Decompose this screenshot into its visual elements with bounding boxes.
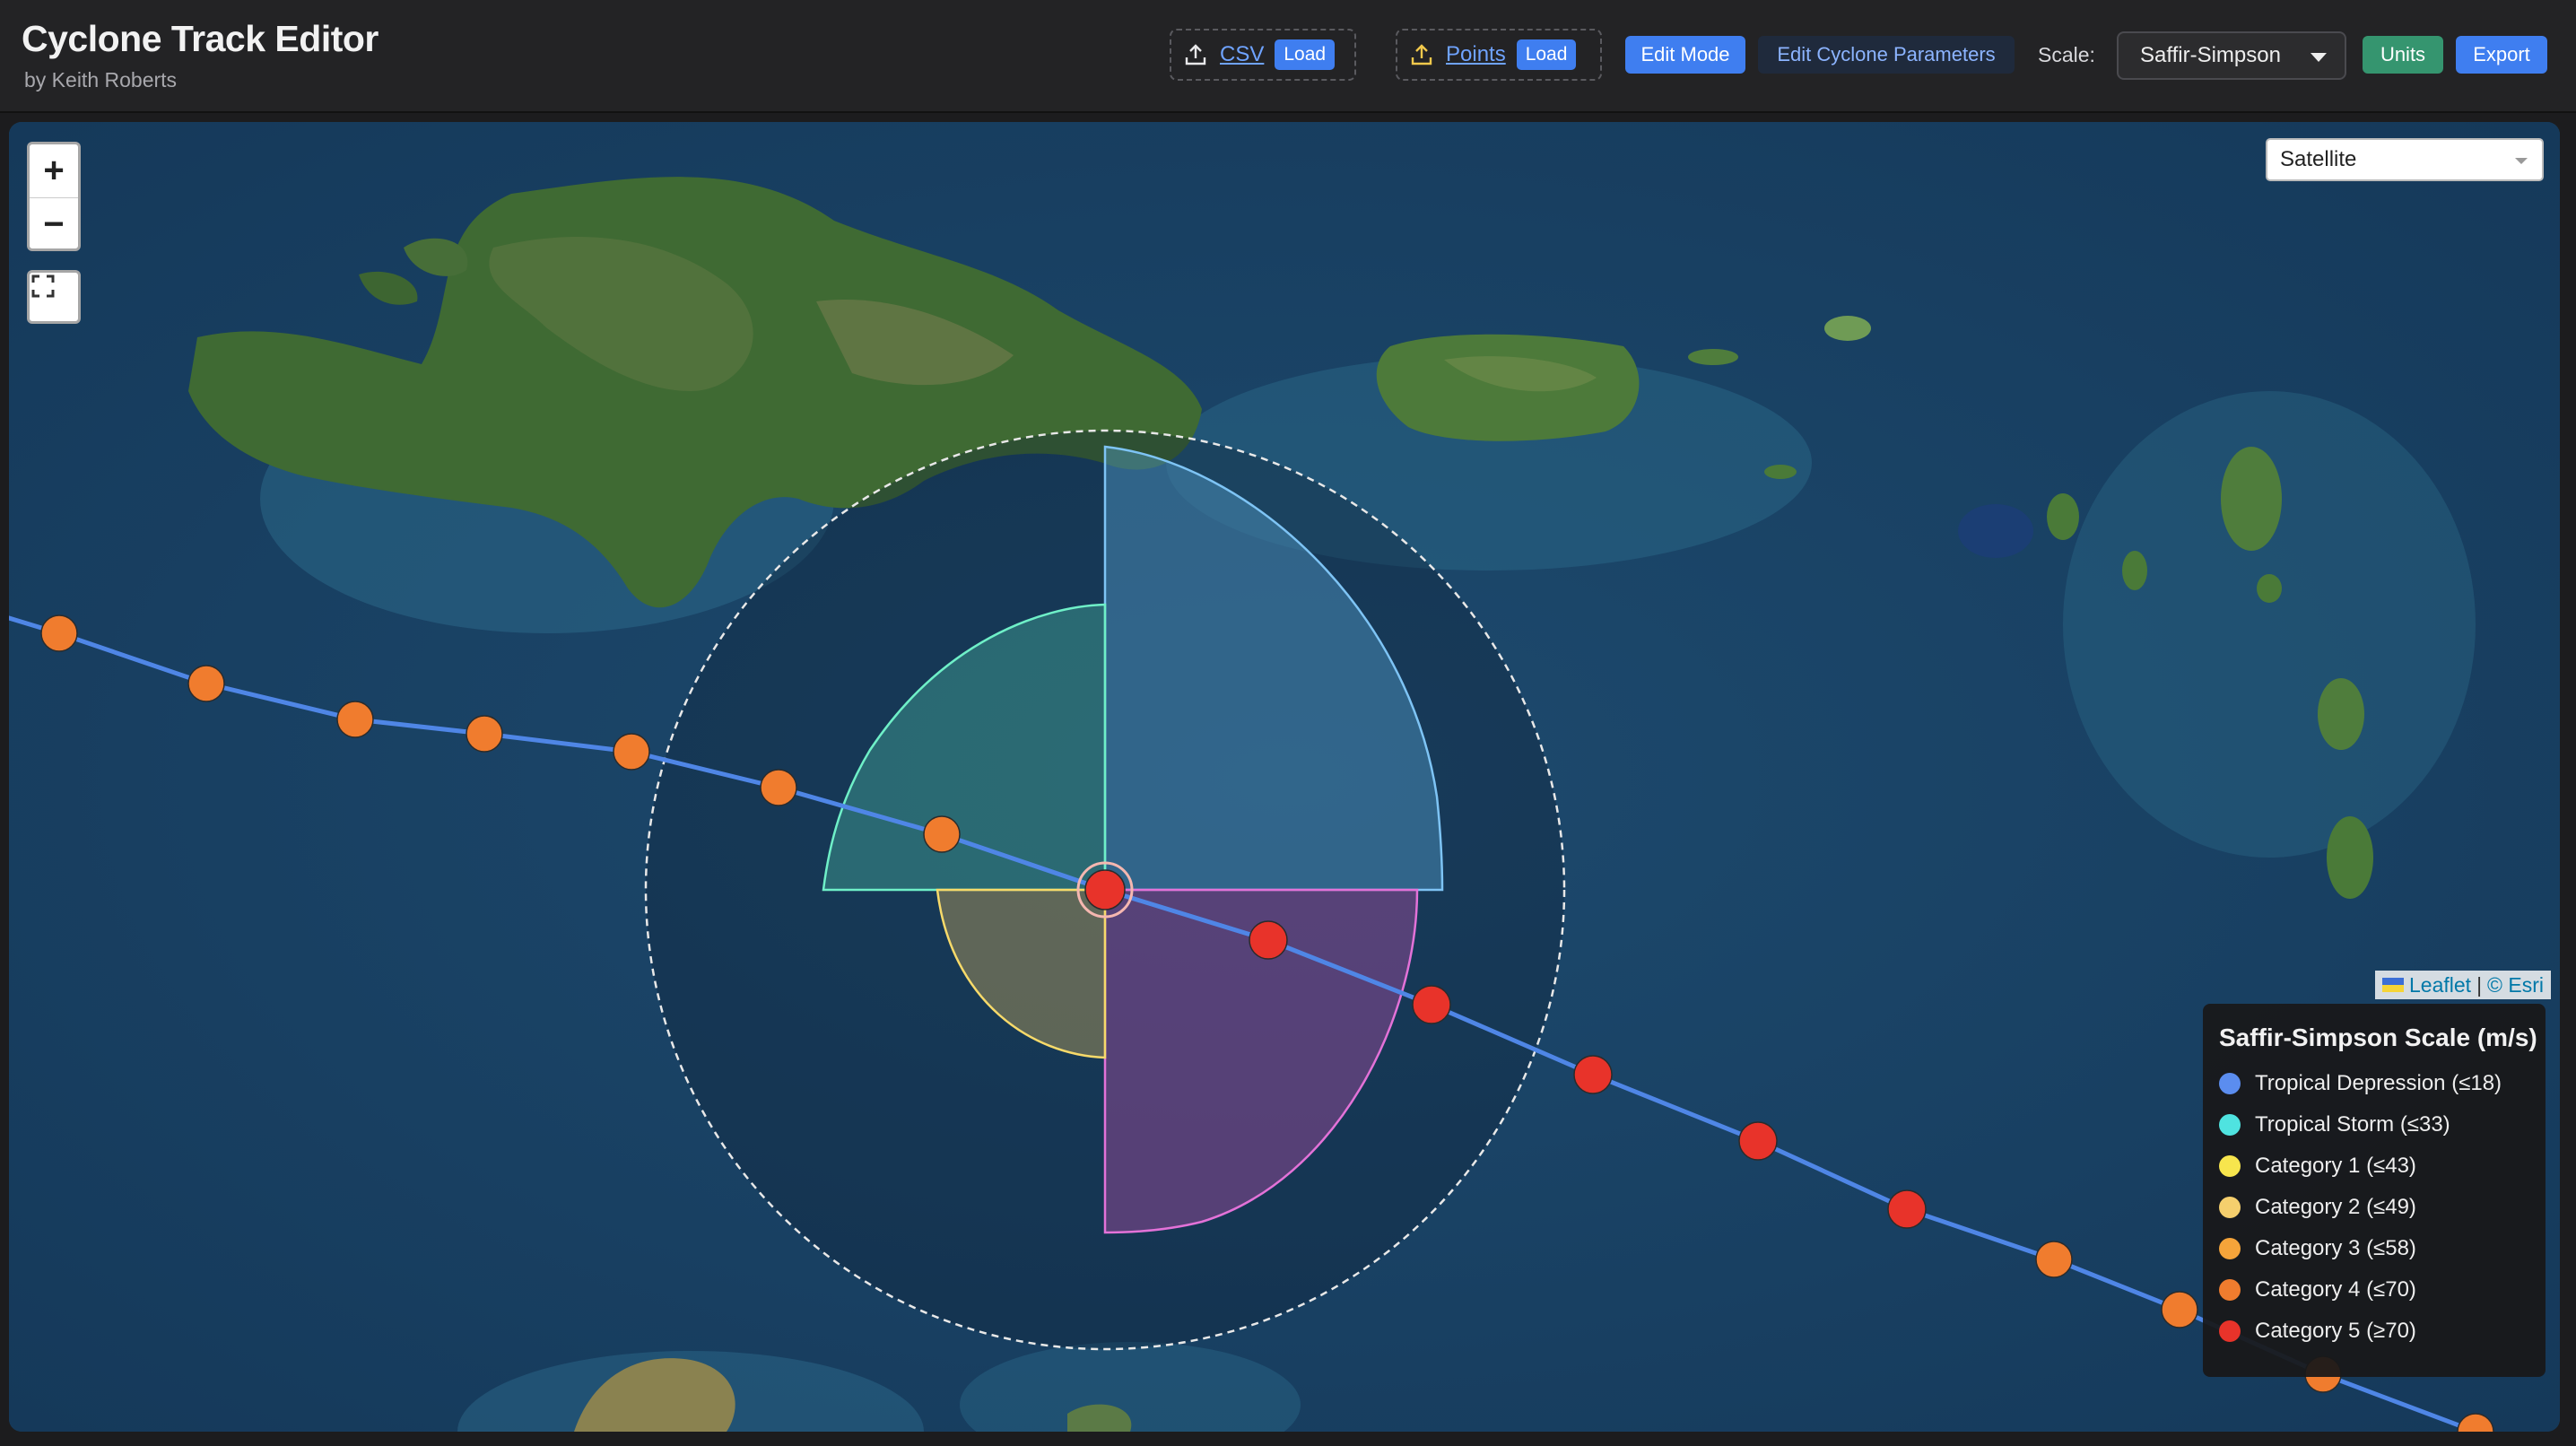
- ukraine-flag-icon: [2382, 978, 2404, 992]
- chevron-down-icon: [2515, 158, 2528, 164]
- bottom-bar: [0, 1433, 2576, 1446]
- track-point[interactable]: [613, 733, 650, 771]
- points-load-button[interactable]: Load: [1516, 39, 1577, 70]
- zoom-control: + −: [27, 142, 81, 251]
- legend-item: Category 5 (≥70): [2219, 1311, 2546, 1352]
- upload-icon[interactable]: [1408, 41, 1435, 68]
- legend-color-dot: [2219, 1114, 2241, 1136]
- map-attribution: Leaflet | © Esri: [2375, 971, 2551, 999]
- legend-item-label: Category 5 (≥70): [2255, 1319, 2416, 1343]
- legend-item: Tropical Storm (≤33): [2219, 1104, 2546, 1145]
- app-title: Cyclone Track Editor: [22, 18, 379, 59]
- fullscreen-button[interactable]: [27, 270, 81, 324]
- csv-upload-group[interactable]: CSV Load: [1170, 29, 1356, 81]
- island-martinique: [2327, 816, 2373, 899]
- app-subtitle: by Keith Roberts: [24, 68, 178, 91]
- legend-item-label: Category 2 (≤49): [2255, 1195, 2416, 1219]
- chevron-down-icon: [2311, 53, 2327, 62]
- island-small: [1688, 349, 1738, 365]
- edit-mode-button[interactable]: Edit Mode: [1625, 36, 1745, 74]
- zoom-in-button[interactable]: +: [30, 144, 78, 198]
- track-point[interactable]: [1249, 920, 1288, 960]
- scale-select-value: Saffir-Simpson: [2140, 43, 2281, 67]
- island-small: [2257, 574, 2282, 603]
- island-small: [2122, 551, 2147, 590]
- zoom-out-button[interactable]: −: [30, 198, 78, 251]
- track-point[interactable]: [187, 665, 225, 702]
- legend-item: Category 3 (≤58): [2219, 1228, 2546, 1269]
- track-point[interactable]: [1573, 1055, 1613, 1094]
- legend-item: Category 4 (≤70): [2219, 1269, 2546, 1311]
- csv-load-button[interactable]: Load: [1275, 39, 1336, 70]
- track-point[interactable]: [1887, 1189, 1927, 1229]
- track-point-selected[interactable]: [1084, 869, 1126, 910]
- scale-label: Scale:: [2038, 43, 2095, 66]
- points-upload-group[interactable]: Points Load: [1396, 29, 1602, 81]
- legend-item-label: Category 1 (≤43): [2255, 1154, 2416, 1178]
- track-point[interactable]: [40, 614, 78, 652]
- legend-title: Saffir-Simpson Scale (m/s): [2219, 1024, 2537, 1051]
- legend-item: Category 2 (≤49): [2219, 1187, 2546, 1228]
- track-point[interactable]: [760, 769, 797, 806]
- legend-color-dot: [2219, 1155, 2241, 1177]
- track-point[interactable]: [336, 701, 374, 738]
- island-small: [1824, 316, 1871, 341]
- legend-item-label: Tropical Storm (≤33): [2255, 1112, 2450, 1137]
- basemap-select-value: Satellite: [2280, 147, 2357, 171]
- track-point[interactable]: [466, 715, 503, 753]
- legend-item-label: Category 3 (≤58): [2255, 1236, 2416, 1260]
- legend-item-label: Tropical Depression (≤18): [2255, 1071, 2502, 1095]
- esri-link[interactable]: © Esri: [2487, 973, 2544, 997]
- track-point[interactable]: [1738, 1121, 1778, 1161]
- legend-item: Tropical Depression (≤18): [2219, 1063, 2546, 1104]
- legend-color-dot: [2219, 1279, 2241, 1301]
- track-point[interactable]: [1412, 985, 1451, 1024]
- island-small: [2047, 493, 2079, 540]
- scale-select[interactable]: Saffir-Simpson: [2117, 31, 2346, 80]
- legend-item-label: Category 4 (≤70): [2255, 1277, 2416, 1302]
- deep-basin: [1958, 504, 2033, 558]
- legend-color-dot: [2219, 1197, 2241, 1218]
- csv-link[interactable]: CSV: [1220, 42, 1264, 67]
- export-button[interactable]: Export: [2456, 36, 2547, 74]
- upload-icon[interactable]: [1182, 41, 1209, 68]
- basemap-select[interactable]: Satellite: [2266, 138, 2544, 181]
- leaflet-link[interactable]: Leaflet: [2409, 973, 2471, 997]
- island-dominica: [2318, 678, 2364, 750]
- track-point[interactable]: [2035, 1241, 2073, 1278]
- map-view[interactable]: + − Satellite Leaflet | © Esri Saffir-Si…: [9, 122, 2560, 1432]
- points-link[interactable]: Points: [1446, 42, 1506, 67]
- legend-color-dot: [2219, 1320, 2241, 1342]
- track-point[interactable]: [2161, 1291, 2198, 1328]
- units-button[interactable]: Units: [2363, 36, 2443, 74]
- island-small: [1764, 465, 1797, 479]
- map-canvas[interactable]: [9, 122, 2560, 1432]
- attribution-separator: |: [2476, 972, 2483, 997]
- fullscreen-icon: [31, 274, 55, 298]
- app-header: Cyclone Track Editor by Keith Roberts CS…: [0, 0, 2576, 113]
- edit-cyclone-parameters-button[interactable]: Edit Cyclone Parameters: [1758, 36, 2015, 74]
- scale-legend: Saffir-Simpson Scale (m/s) Tropical Depr…: [2203, 1004, 2546, 1377]
- island-guadeloupe: [2221, 447, 2282, 551]
- legend-color-dot: [2219, 1238, 2241, 1259]
- legend-color-dot: [2219, 1073, 2241, 1094]
- legend-item: Category 1 (≤43): [2219, 1145, 2546, 1187]
- track-point[interactable]: [923, 815, 961, 853]
